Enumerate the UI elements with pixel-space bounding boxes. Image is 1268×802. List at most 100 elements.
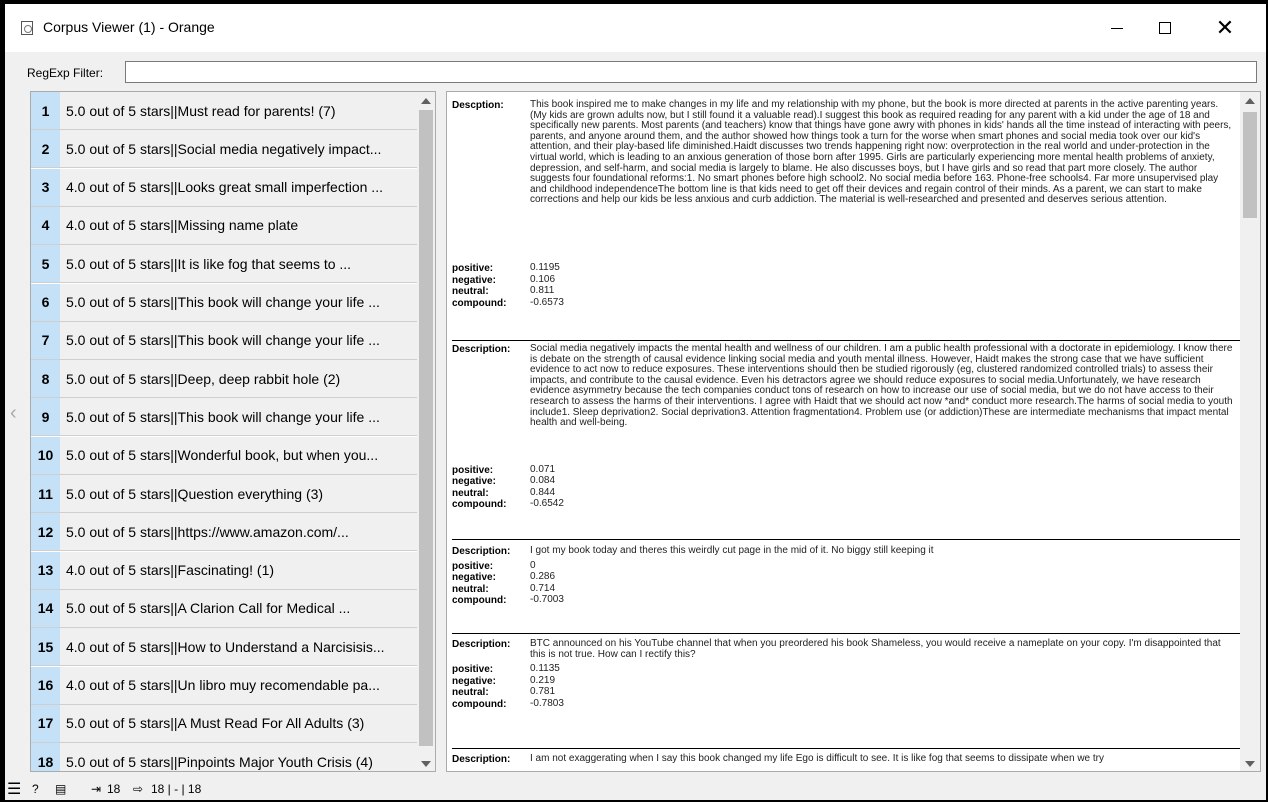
- row-title: 4.0 out of 5 stars||Looks great small im…: [66, 179, 383, 196]
- input-count: 18: [107, 782, 121, 796]
- document-view-scrollbar[interactable]: [1240, 92, 1260, 771]
- help-icon[interactable]: ?: [32, 782, 39, 796]
- positive-label: positive:: [452, 263, 494, 274]
- description-value: I am not exaggerating when I say this bo…: [530, 753, 1105, 764]
- regexp-filter-label: RegExp Filter:: [27, 66, 104, 80]
- row-number: 1: [31, 92, 60, 129]
- list-item[interactable]: 13 4.0 out of 5 stars||Fascinating! (1): [31, 551, 418, 590]
- list-item[interactable]: 12 5.0 out of 5 stars||https://www.amazon…: [31, 513, 418, 552]
- menu-icon[interactable]: ☰: [7, 779, 21, 799]
- close-icon: ✕: [1215, 15, 1235, 40]
- description-value: I got my book today and theres this weir…: [530, 545, 934, 556]
- negative-label: negative:: [452, 572, 496, 584]
- list-item[interactable]: 10 5.0 out of 5 stars||Wonderful book, bu…: [31, 436, 418, 475]
- row-title: 5.0 out of 5 stars||A Clarion Call for M…: [66, 600, 351, 617]
- output-icon: ⇨: [133, 782, 144, 796]
- compound-label: compound:: [452, 297, 507, 309]
- row-number: 3: [31, 168, 60, 206]
- row-number: 8: [31, 360, 60, 398]
- regexp-filter-input[interactable]: [125, 61, 1257, 83]
- list-item[interactable]: 11 5.0 out of 5 stars||Question everythin…: [31, 475, 418, 513]
- description-label: Description:: [452, 639, 511, 650]
- neutral-value: 0.714: [530, 582, 556, 594]
- row-number: 16: [31, 666, 60, 704]
- row-title: 4.0 out of 5 stars||How to Understand a …: [66, 638, 385, 655]
- scrollbar-thumb[interactable]: [419, 110, 433, 746]
- document-view-panel: Descption: This book inspired me to make …: [446, 91, 1261, 772]
- collapse-chevron-icon[interactable]: ‹: [10, 403, 20, 423]
- row-title: 4.0 out of 5 stars||Missing name plate: [66, 217, 299, 234]
- document-list-scrollbar[interactable]: [417, 92, 435, 771]
- positive-value: 0.071: [530, 463, 556, 475]
- row-title: 5.0 out of 5 stars||A Must Read For All …: [66, 715, 365, 732]
- filter-bar: RegExp Filter:: [5, 54, 1266, 84]
- description-label: Descption:: [452, 100, 504, 111]
- maximize-icon: [1159, 22, 1171, 34]
- neutral-label: neutral:: [452, 286, 489, 297]
- row-number: 14: [31, 589, 60, 627]
- row-title: 5.0 out of 5 stars||This book will chang…: [66, 294, 380, 310]
- title-bar: Corpus Viewer (1) - Orange ✕: [5, 4, 1266, 52]
- list-item[interactable]: 15 4.0 out of 5 stars||How to Understand …: [31, 628, 418, 667]
- list-item[interactable]: 17 5.0 out of 5 stars||A Must Read For Al…: [31, 704, 418, 743]
- row-title: 5.0 out of 5 stars||Social media negativ…: [66, 140, 382, 157]
- list-item[interactable]: 7 5.0 out of 5 stars||This book will chan…: [31, 321, 418, 360]
- list-item[interactable]: 14 5.0 out of 5 stars||A Clarion Call for…: [31, 589, 418, 628]
- list-item[interactable]: 6 5.0 out of 5 stars||This book will chan…: [31, 283, 418, 322]
- entry-divider: [452, 539, 1240, 540]
- list-item[interactable]: 8 5.0 out of 5 stars||Deep, deep rabbit h…: [31, 360, 418, 399]
- row-number: 2: [31, 130, 60, 168]
- list-item[interactable]: 16 4.0 out of 5 stars||Un libro muy recom…: [31, 666, 418, 705]
- compound-value: -0.6542: [530, 498, 564, 510]
- minimize-button[interactable]: [1094, 4, 1140, 52]
- row-number: 4: [31, 206, 60, 244]
- positive-value: 0.1135: [530, 663, 560, 675]
- report-icon[interactable]: ▤: [55, 782, 66, 796]
- minimize-icon: [1111, 27, 1123, 29]
- entry-divider: [452, 748, 1240, 749]
- description-label: Description:: [452, 546, 511, 557]
- entry-divider: [452, 633, 1240, 634]
- scrollbar-thumb[interactable]: [1243, 112, 1257, 218]
- neutral-value: 0.844: [530, 486, 556, 498]
- scroll-down-icon[interactable]: [1245, 761, 1255, 767]
- negative-label: negative:: [452, 675, 496, 687]
- row-title: 5.0 out of 5 stars||It is like fog that …: [66, 255, 352, 272]
- list-item[interactable]: 2 5.0 out of 5 stars||Social media negati…: [31, 130, 418, 169]
- scroll-down-icon[interactable]: [421, 761, 431, 767]
- close-button[interactable]: ✕: [1202, 4, 1248, 52]
- maximize-button[interactable]: [1142, 4, 1188, 52]
- list-item[interactable]: 18 5.0 out of 5 stars||Pinpoints Major Yo…: [31, 743, 418, 771]
- row-title: 5.0 out of 5 stars||Wonderful book, but …: [66, 447, 379, 464]
- list-item[interactable]: 1 5.0 out of 5 stars||Must read for paren…: [31, 92, 418, 130]
- neutral-label: neutral:: [452, 583, 489, 595]
- description-value: This book inspired me to make changes in…: [530, 99, 1232, 206]
- compound-value: -0.7803: [530, 697, 564, 709]
- negative-label: negative:: [452, 476, 496, 488]
- list-item[interactable]: 9 5.0 out of 5 stars||This book will chan…: [31, 398, 418, 437]
- list-item[interactable]: 3 4.0 out of 5 stars||Looks great small i…: [31, 168, 418, 207]
- output-count: 18 | - | 18: [151, 782, 202, 796]
- neutral-label: neutral:: [452, 487, 489, 499]
- scroll-up-icon[interactable]: [421, 98, 431, 104]
- negative-value: 0.106: [530, 273, 556, 285]
- row-number: 7: [31, 321, 60, 359]
- row-title: 5.0 out of 5 stars||Pinpoints Major Yout…: [66, 753, 373, 770]
- document-view: Descption: This book inspired me to make …: [447, 92, 1242, 771]
- negative-value: 0.084: [530, 475, 556, 487]
- row-number: 6: [31, 283, 60, 321]
- app-icon: [21, 21, 33, 35]
- compound-label: compound:: [452, 698, 507, 710]
- scroll-up-icon[interactable]: [1245, 98, 1255, 104]
- list-item[interactable]: 4 4.0 out of 5 stars||Missing name plate: [31, 206, 418, 245]
- positive-label: positive:: [452, 560, 494, 572]
- row-title: 5.0 out of 5 stars||This book will chang…: [66, 332, 380, 349]
- row-number: 17: [31, 704, 60, 742]
- row-title: 5.0 out of 5 stars||This book will chang…: [66, 408, 380, 425]
- compound-label: compound:: [452, 595, 507, 607]
- negative-value: 0.219: [530, 674, 556, 686]
- row-number: 15: [31, 628, 60, 666]
- status-bar: ☰ ? ▤ ⇥ 18 ⇨ 18 | - | 18: [5, 780, 1266, 800]
- list-item[interactable]: 5 5.0 out of 5 stars||It is like fog that…: [31, 245, 418, 284]
- document-list[interactable]: 1 5.0 out of 5 stars||Must read for paren…: [31, 92, 418, 771]
